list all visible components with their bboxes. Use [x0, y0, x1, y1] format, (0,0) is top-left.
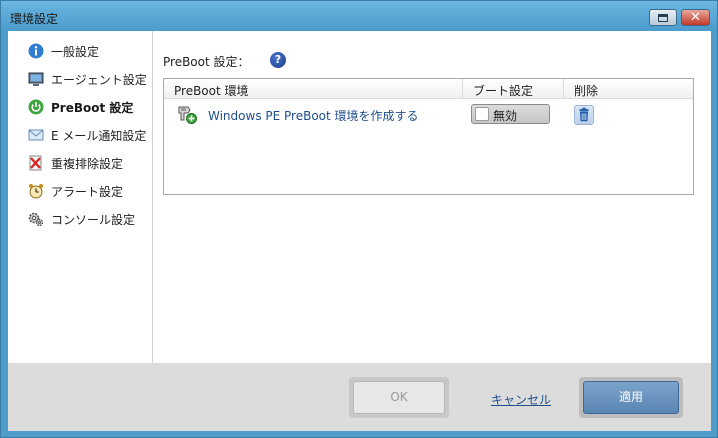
close-button[interactable]: ✕: [681, 9, 710, 26]
column-divider[interactable]: [563, 79, 564, 99]
column-divider[interactable]: [462, 79, 463, 99]
envelope-icon: [28, 129, 44, 141]
sidebar-item-email[interactable]: E メール通知設定: [28, 125, 146, 145]
ok-button-frame: OK: [349, 377, 449, 418]
column-header-environment[interactable]: PreBoot 環境: [174, 82, 249, 99]
restore-button[interactable]: [649, 9, 677, 26]
power-icon: [28, 99, 44, 115]
sidebar-item-general[interactable]: 一般設定: [28, 41, 99, 61]
column-header-boot-setting[interactable]: ブート設定: [473, 82, 533, 99]
trash-icon: [579, 107, 589, 122]
table-header: PreBoot 環境 ブート設定 削除: [164, 79, 693, 99]
gears-icon: [28, 212, 44, 227]
create-preboot-link[interactable]: Windows PE PreBoot 環境を作成する: [208, 107, 419, 124]
preboot-table: PreBoot 環境 ブート設定 削除 Windows PE PreBoot 環…: [163, 78, 694, 195]
sidebar-item-dedup[interactable]: 重複排除設定: [28, 153, 123, 173]
sidebar-item-preboot[interactable]: PreBoot 設定: [28, 97, 133, 117]
section-label: PreBoot 設定：: [163, 55, 250, 69]
close-icon: ✕: [690, 10, 701, 25]
info-icon: [28, 43, 44, 59]
title-bar[interactable]: 環境設定 ✕: [1, 1, 717, 31]
sidebar-item-label: 一般設定: [51, 44, 100, 59]
column-header-delete[interactable]: 削除: [574, 82, 598, 99]
dialog-content: 一般設定 エージェント設定 PreBoot 設定 E メール通知設定 重複排除設…: [8, 31, 711, 431]
delete-button[interactable]: [574, 105, 594, 125]
dedup-icon: [29, 155, 42, 171]
alarm-clock-icon: [29, 184, 43, 199]
sidebar-item-label: E メール通知設定: [51, 128, 147, 143]
sidebar-item-label: アラート設定: [51, 184, 124, 199]
sidebar-item-agent[interactable]: エージェント設定: [28, 69, 147, 89]
sidebar-item-label: エージェント設定: [51, 72, 147, 87]
toggle-label: 無効: [493, 109, 518, 123]
settings-sidebar: 一般設定 エージェント設定 PreBoot 設定 E メール通知設定 重複排除設…: [8, 31, 153, 363]
window-title: 環境設定: [10, 12, 59, 26]
cancel-link[interactable]: キャンセル: [491, 391, 551, 408]
sidebar-item-console[interactable]: コンソール設定: [28, 209, 135, 229]
dialog-footer: OK キャンセル 適用: [8, 363, 711, 431]
preboot-create-icon: [178, 106, 197, 124]
ok-button[interactable]: OK: [353, 381, 445, 414]
sidebar-item-label: コンソール設定: [51, 212, 136, 227]
sidebar-item-label: 重複排除設定: [51, 156, 124, 171]
sidebar-item-alert[interactable]: アラート設定: [28, 181, 123, 201]
restore-icon: [658, 13, 668, 22]
help-icon[interactable]: ?: [270, 52, 286, 68]
toggle-checkbox: [475, 107, 489, 121]
apply-button-frame: 適用: [579, 377, 683, 418]
apply-button[interactable]: 適用: [583, 381, 679, 414]
boot-setting-toggle[interactable]: 無効: [471, 104, 550, 124]
preferences-window: 環境設定 ✕ 一般設定 エージェント設定 PreBoot 設定 E メール通知設…: [0, 0, 718, 438]
monitor-icon: [28, 72, 44, 86]
sidebar-item-label: PreBoot 設定: [51, 100, 134, 115]
